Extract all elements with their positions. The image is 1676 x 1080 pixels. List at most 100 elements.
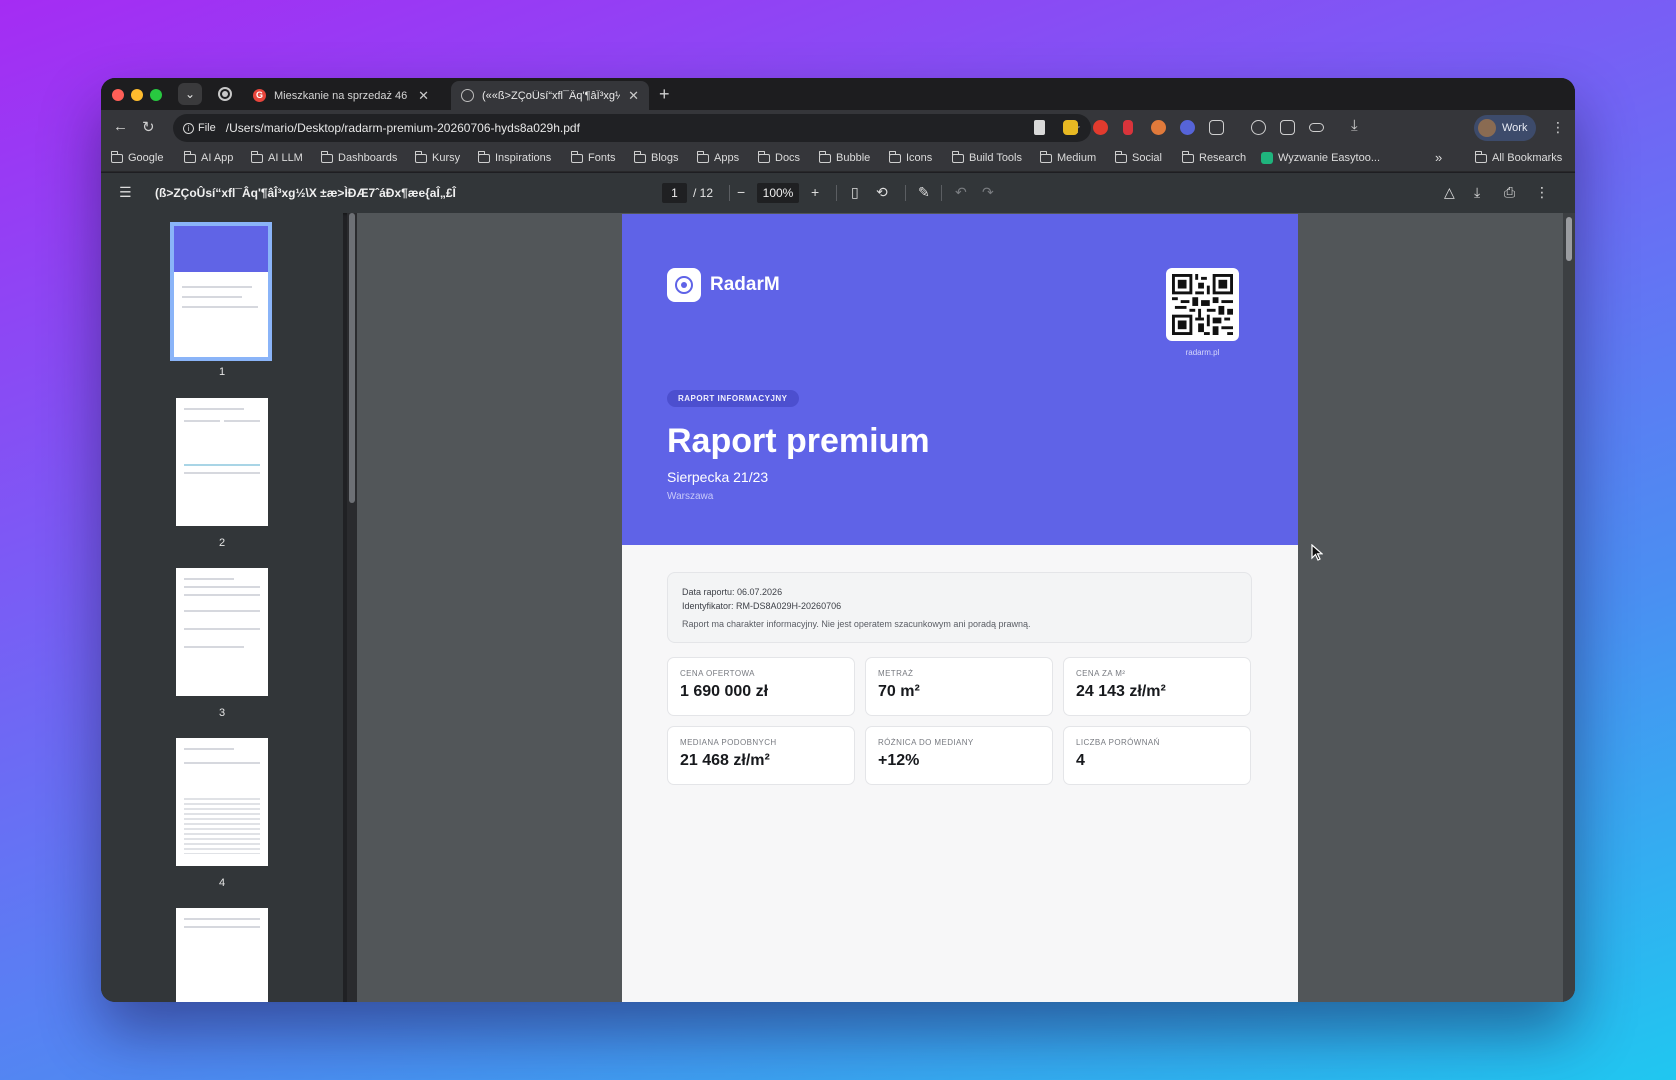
- reload-icon[interactable]: ↻: [142, 118, 155, 136]
- viewer-scrollbar[interactable]: [1563, 213, 1575, 1002]
- extensions-puzzle-icon[interactable]: [1209, 120, 1224, 135]
- bookmark-docs[interactable]: Docs: [758, 150, 801, 164]
- folder-icon: [758, 150, 770, 163]
- tab-close-icon[interactable]: ✕: [628, 88, 639, 104]
- extension-red-icon[interactable]: [1093, 120, 1108, 135]
- close-window-button[interactable]: [112, 89, 124, 101]
- bookmark-medium[interactable]: Medium: [1040, 150, 1097, 164]
- zoom-out-icon[interactable]: −: [737, 184, 745, 200]
- stat-comparisons-count: LICZBA PORÓWNAŃ 4: [1063, 726, 1251, 785]
- tab-close-icon[interactable]: ✕: [418, 88, 429, 104]
- sidebar-menu-icon[interactable]: ☰: [119, 184, 132, 201]
- site-info-chip[interactable]: i File: [183, 122, 216, 134]
- fit-page-icon[interactable]: ▯: [851, 184, 859, 201]
- redo-icon[interactable]: ↷: [982, 184, 994, 201]
- thumbnail-line: [184, 420, 220, 422]
- thumbnail-page-4[interactable]: [176, 738, 268, 866]
- bookmark-research[interactable]: Research: [1182, 150, 1247, 164]
- tab-strip: ⌄ G Mieszkanie na sprzedaż 46 m² ✕ (««ß>…: [101, 78, 1575, 110]
- annotate-pen-icon[interactable]: ✎: [918, 184, 930, 201]
- address-bar[interactable]: i File /Users/mario/Desktop/radarm-premi…: [173, 114, 1091, 142]
- thumbnail-line: [184, 578, 234, 580]
- bookmark-label: Research: [1199, 152, 1247, 164]
- bookmark-apps[interactable]: Apps: [697, 150, 739, 164]
- bookmarks-overflow-icon[interactable]: »: [1435, 150, 1442, 165]
- scrollbar-thumb[interactable]: [349, 213, 355, 503]
- bookmark-label: Social: [1132, 152, 1162, 164]
- profile-button[interactable]: Work: [1474, 115, 1536, 141]
- tab-listing[interactable]: G Mieszkanie na sprzedaż 46 m² ✕: [243, 81, 439, 110]
- extension-pin-icon[interactable]: [1034, 120, 1045, 135]
- thumbnail-page-5[interactable]: [176, 908, 268, 1002]
- back-arrow-icon[interactable]: ←: [113, 118, 128, 135]
- bookmark-label: Dashboards: [338, 152, 398, 164]
- pdf-toolbar: ☰ (ß>ZÇoÛsí“xfl¯Âq'¶âÎ³xg½\X ±æ>ÌÐÆ7ˆáÐx…: [101, 173, 1575, 213]
- page-number-input[interactable]: 1: [662, 183, 687, 203]
- folder-icon: [889, 150, 901, 163]
- rotate-icon[interactable]: ⟲: [876, 184, 888, 201]
- thumbnail-page-2[interactable]: [176, 398, 268, 526]
- thumbnail-page-1[interactable]: [170, 222, 272, 361]
- pdf-more-icon[interactable]: ⋮: [1535, 184, 1549, 201]
- thumbnail-line: [224, 420, 260, 422]
- link-icon[interactable]: [1309, 123, 1324, 132]
- sidebar-scrollbar[interactable]: [347, 213, 357, 1002]
- incognito-icon[interactable]: [1251, 120, 1266, 135]
- extension-burst-icon[interactable]: [1151, 120, 1166, 135]
- bookmark-social[interactable]: Social: [1115, 150, 1162, 164]
- page-total: / 12: [693, 186, 714, 200]
- bookmark-blogs[interactable]: Blogs: [634, 150, 679, 164]
- undo-icon[interactable]: ↶: [955, 184, 967, 201]
- minimize-window-button[interactable]: [131, 89, 143, 101]
- download-icon[interactable]: ⤓: [1351, 117, 1358, 134]
- new-tab-button[interactable]: +: [659, 84, 670, 105]
- thumbnail-page-3[interactable]: [176, 568, 268, 696]
- extension-yellow-icon[interactable]: [1063, 120, 1078, 135]
- divider: [836, 185, 837, 201]
- bookmark-label: Blogs: [651, 152, 679, 164]
- bookmark-label: Wyzwanie Easytoo...: [1278, 152, 1380, 164]
- bookmark-ai-app[interactable]: AI App: [184, 150, 233, 164]
- extension-cursor-icon[interactable]: [1123, 120, 1133, 135]
- maximize-window-button[interactable]: [150, 89, 162, 101]
- bookmark-dashboards[interactable]: Dashboards: [321, 150, 398, 164]
- zoom-input[interactable]: 100%: [757, 183, 799, 203]
- thumbnail-line: [184, 926, 260, 928]
- zoom-in-icon[interactable]: +: [811, 184, 819, 200]
- thumbnail-line: [184, 610, 260, 612]
- bookmark-google[interactable]: Google: [111, 150, 163, 164]
- bookmark-ai-llm[interactable]: AI LLM: [251, 150, 303, 164]
- print-icon[interactable]: ⎙: [1504, 184, 1515, 201]
- record-icon[interactable]: [218, 87, 232, 101]
- tab-search-chevron-icon[interactable]: ⌄: [178, 83, 202, 105]
- pdf-page-1: RadarM radarm.pl RAPORT INFORMACYJNY Rap…: [622, 214, 1298, 1002]
- save-to-drive-icon[interactable]: △: [1444, 184, 1455, 201]
- bookmark-inspirations[interactable]: Inspirations: [478, 150, 551, 164]
- stat-value: 1 690 000 zł: [680, 683, 769, 700]
- folder-icon: [415, 150, 427, 163]
- thumbnail-number: 3: [218, 707, 226, 719]
- bookmark-kursy[interactable]: Kursy: [415, 150, 460, 164]
- bookmark-bubble[interactable]: Bubble: [819, 150, 870, 164]
- all-bookmarks-button[interactable]: All Bookmarks: [1475, 150, 1563, 164]
- report-date: Data raportu: 06.07.2026: [682, 587, 783, 597]
- bookmark-icons[interactable]: Icons: [889, 150, 932, 164]
- bookmark-fonts[interactable]: Fonts: [571, 150, 616, 164]
- tab-title: Mieszkanie na sprzedaż 46 m²: [274, 89, 411, 102]
- thumbnail-line: [184, 748, 234, 750]
- scrollbar-thumb[interactable]: [1566, 217, 1572, 261]
- bookmark-build-tools[interactable]: Build Tools: [952, 150, 1022, 164]
- pdf-document-title: (ß>ZÇoÛsí“xfl¯Âq'¶âÎ³xg½\X ±æ>ÌÐÆ7ˆáÐx¶æ…: [155, 186, 456, 200]
- browser-menu-icon[interactable]: ⋮: [1551, 119, 1565, 136]
- extension-blue-icon[interactable]: [1180, 120, 1195, 135]
- tab-pdf[interactable]: (««ß>ZÇoÜsí“xfl¯Âq'¶âÎ³xg½ ✕: [451, 81, 649, 110]
- translate-icon[interactable]: [1280, 120, 1295, 135]
- bookmark-label: All Bookmarks: [1492, 152, 1563, 164]
- bookmark-wyzwanie[interactable]: Wyzwanie Easytoo...: [1261, 152, 1380, 164]
- bookmark-label: Docs: [775, 152, 801, 164]
- url-text[interactable]: /Users/mario/Desktop/radarm-premium-2026…: [226, 121, 1059, 135]
- bookmark-label: Medium: [1057, 152, 1097, 164]
- pdf-download-icon[interactable]: ⤓: [1474, 184, 1480, 201]
- thumbnail-sidebar: 1 2 3 4: [101, 213, 343, 1002]
- thumbnail-line: [184, 594, 260, 596]
